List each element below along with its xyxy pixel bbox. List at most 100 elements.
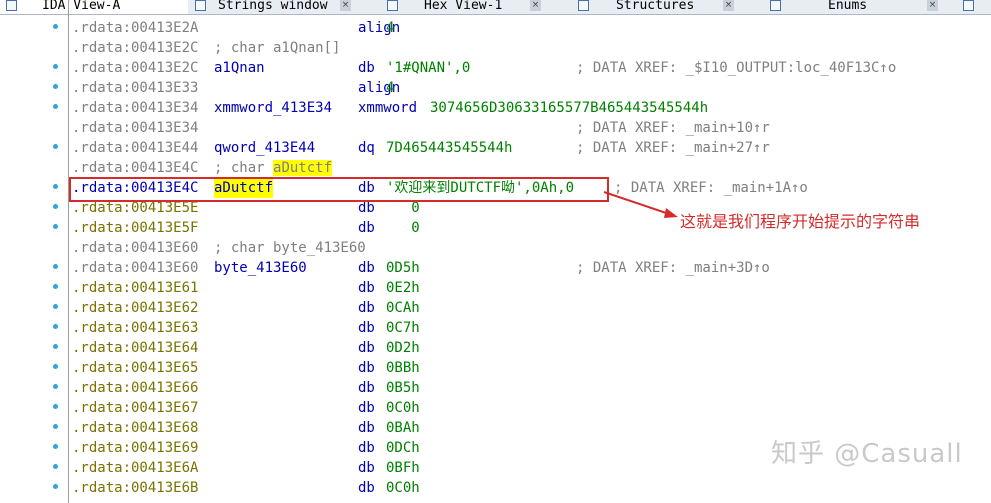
row-operand[interactable]: 0CAh <box>386 298 420 318</box>
row-operand[interactable]: 0C0h <box>386 478 420 498</box>
tab-label: Strings window <box>218 0 328 13</box>
declaration-highlighted-name[interactable]: aDutctf <box>273 160 333 176</box>
row-address[interactable]: .rdata:00413E5F <box>72 218 198 238</box>
row-operand[interactable]: 0C0h <box>386 398 420 418</box>
listing-row[interactable]: .rdata:00413E66 db 0B5h <box>0 378 991 398</box>
listing-row[interactable]: .rdata:00413E2C ; char a1Qnan[] <box>0 38 991 58</box>
row-address[interactable]: .rdata:00413E69 <box>72 438 198 458</box>
disassembly-listing[interactable]: .rdata:00413E2A align 4 .rdata:00413E2C; ch… <box>0 0 991 503</box>
row-xref-comment[interactable]: ; DATA XREF: _main+27↑r <box>576 138 770 158</box>
row-operand[interactable]: 3074656D30633165577B465443545544h <box>430 98 708 118</box>
listing-row[interactable]: .rdata:00413E64 db 0D2h <box>0 338 991 358</box>
close-icon[interactable]: × <box>927 0 938 11</box>
row-xref-comment[interactable]: ; DATA XREF: _$I10_OUTPUT:loc_40F13C↑o <box>576 58 896 78</box>
row-address[interactable]: .rdata:00413E64 <box>72 338 198 358</box>
tab-enums[interactable]: Enums × <box>760 0 950 14</box>
listing-row[interactable]: .rdata:00413E33 align 4 <box>0 78 991 98</box>
row-xref-comment[interactable]: ; DATA XREF: _main+10↑r <box>576 118 770 138</box>
listing-row[interactable]: .rdata:00413E62 db 0CAh <box>0 298 991 318</box>
listing-row[interactable]: .rdata:00413E34 xmmword_413E34 xmmword 3074… <box>0 98 991 118</box>
tab-structures[interactable]: Structures × <box>570 0 750 14</box>
row-address[interactable]: .rdata:00413E65 <box>72 358 198 378</box>
row-label[interactable]: a1Qnan <box>214 58 265 78</box>
row-address[interactable]: .rdata:00413E67 <box>72 398 198 418</box>
row-operand[interactable]: 0B5h <box>386 378 420 398</box>
breakpoint-dot[interactable] <box>53 204 58 209</box>
row-label[interactable]: byte_413E60 <box>214 258 307 278</box>
breakpoint-dot[interactable] <box>53 304 58 309</box>
close-icon[interactable]: × <box>530 0 541 11</box>
listing-row[interactable]: .rdata:00413E63 db 0C7h <box>0 318 991 338</box>
row-address[interactable]: .rdata:00413E33 <box>72 78 198 98</box>
breakpoint-dot[interactable] <box>53 64 58 69</box>
breakpoint-dot[interactable] <box>53 224 58 229</box>
row-address[interactable]: .rdata:00413E62 <box>72 298 198 318</box>
row-address[interactable]: .rdata:00413E2C <box>72 58 198 78</box>
listing-row[interactable]: .rdata:00413E4C ; char aDutctf <box>0 158 991 178</box>
listing-row[interactable]: .rdata:00413E65 db 0BBh <box>0 358 991 378</box>
breakpoint-dot[interactable] <box>53 384 58 389</box>
breakpoint-dot[interactable] <box>53 344 58 349</box>
breakpoint-dot[interactable] <box>53 184 58 189</box>
listing-row[interactable]: .rdata:00413E61 db 0E2h <box>0 278 991 298</box>
tab-ida-view-a[interactable]: IDA View-A <box>0 0 188 14</box>
tab-imports[interactable] <box>955 0 991 14</box>
row-operand[interactable]: 0BFh <box>386 458 420 478</box>
row-address[interactable]: .rdata:00413E2A <box>72 18 198 38</box>
breakpoint-dot[interactable] <box>53 284 58 289</box>
row-address[interactable]: .rdata:00413E4C <box>72 158 198 178</box>
listing-row[interactable]: .rdata:00413E6B db 0C0h <box>0 478 991 498</box>
breakpoint-dot[interactable] <box>53 364 58 369</box>
row-label[interactable]: qword_413E44 <box>214 138 315 158</box>
listing-row[interactable]: .rdata:00413E34 ; DATA XREF: _main+10↑r <box>0 118 991 138</box>
row-address[interactable]: .rdata:00413E6B <box>72 478 198 498</box>
row-operand[interactable]: 0DCh <box>386 438 420 458</box>
breakpoint-dot[interactable] <box>53 104 58 109</box>
row-operand[interactable]: 0 <box>386 218 419 238</box>
row-address[interactable]: .rdata:00413E34 <box>72 118 198 138</box>
listing-row[interactable]: .rdata:00413E60 ; char byte_413E60 <box>0 238 991 258</box>
breakpoint-dot[interactable] <box>53 484 58 489</box>
breakpoint-dot[interactable] <box>53 24 58 29</box>
listing-row[interactable]: .rdata:00413E44 qword_413E44 dq 7D465443545… <box>0 138 991 158</box>
row-address[interactable]: .rdata:00413E6A <box>72 458 198 478</box>
breakpoint-dot[interactable] <box>53 324 58 329</box>
row-operand[interactable]: 4 <box>386 78 394 98</box>
breakpoint-dot[interactable] <box>53 444 58 449</box>
breakpoint-dot[interactable] <box>53 404 58 409</box>
breakpoint-dot[interactable] <box>53 464 58 469</box>
listing-row[interactable]: .rdata:00413E2C a1Qnan db '1#QNAN',0 ; DATA … <box>0 58 991 78</box>
row-address[interactable]: .rdata:00413E34 <box>72 98 198 118</box>
row-operand[interactable]: '1#QNAN',0 <box>386 58 470 78</box>
row-address[interactable]: .rdata:00413E60 <box>72 238 198 258</box>
breakpoint-dot[interactable] <box>53 144 58 149</box>
tab-hex-view-1[interactable]: Hex View-1 × <box>380 0 560 14</box>
row-operand[interactable]: 0C7h <box>386 318 420 338</box>
row-declaration: ; char aDutctf <box>214 158 333 178</box>
row-address[interactable]: .rdata:00413E44 <box>72 138 198 158</box>
row-operand[interactable]: 0BBh <box>386 358 420 378</box>
listing-row[interactable]: .rdata:00413E60 byte_413E60 db 0D5h ; DATA X… <box>0 258 991 278</box>
close-icon[interactable]: × <box>340 0 351 11</box>
row-address[interactable]: .rdata:00413E63 <box>72 318 198 338</box>
row-label[interactable]: xmmword_413E34 <box>214 98 332 118</box>
breakpoint-dot[interactable] <box>53 264 58 269</box>
row-operand[interactable]: 4 <box>386 18 394 38</box>
listing-row[interactable]: .rdata:00413E2A align 4 <box>0 18 991 38</box>
row-address[interactable]: .rdata:00413E60 <box>72 258 198 278</box>
row-operand[interactable]: 0BAh <box>386 418 420 438</box>
listing-row[interactable]: .rdata:00413E67 db 0C0h <box>0 398 991 418</box>
row-operand[interactable]: 0D2h <box>386 338 420 358</box>
close-icon[interactable]: × <box>723 0 734 11</box>
tab-strings-window[interactable]: Strings window × <box>190 0 376 14</box>
row-operand[interactable]: 0E2h <box>386 278 420 298</box>
breakpoint-dot[interactable] <box>53 424 58 429</box>
row-xref-comment[interactable]: ; DATA XREF: _main+3D↑o <box>576 258 770 278</box>
row-address[interactable]: .rdata:00413E68 <box>72 418 198 438</box>
row-address[interactable]: .rdata:00413E66 <box>72 378 198 398</box>
row-address[interactable]: .rdata:00413E2C <box>72 38 198 58</box>
row-operand[interactable]: 7D465443545544h <box>386 138 512 158</box>
row-address[interactable]: .rdata:00413E61 <box>72 278 198 298</box>
breakpoint-dot[interactable] <box>53 84 58 89</box>
row-operand[interactable]: 0D5h <box>386 258 420 278</box>
